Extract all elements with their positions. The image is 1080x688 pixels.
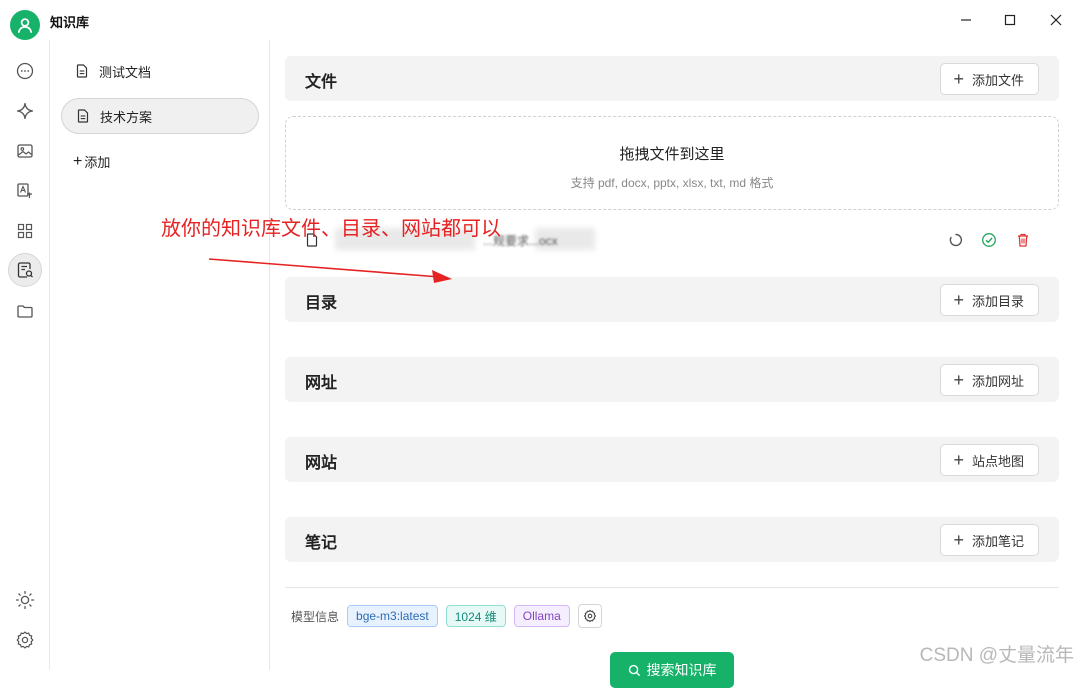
files-section-header: 文件 + 添加文件 bbox=[285, 56, 1059, 101]
add-knowledge-base-button[interactable]: + 添加 bbox=[73, 152, 110, 171]
knowledge-base-list: 测试文档 技术方案 + 添加 bbox=[51, 40, 270, 670]
search-icon bbox=[628, 664, 640, 676]
plus-icon: + bbox=[953, 530, 964, 550]
knowledge-icon[interactable] bbox=[8, 253, 42, 287]
websites-section-header: 网站 + 站点地图 bbox=[285, 437, 1059, 482]
add-directory-button[interactable]: + 添加目录 bbox=[940, 284, 1039, 316]
button-label: 添加目录 bbox=[971, 293, 1024, 309]
plus-icon: + bbox=[953, 290, 964, 310]
nav-rail bbox=[0, 40, 50, 670]
maximize-button[interactable] bbox=[999, 10, 1021, 30]
model-info-bar: 模型信息 bge-m3:latest 1024 维 Ollama bbox=[291, 604, 602, 628]
plus-icon: + bbox=[953, 370, 964, 390]
section-title: 网站 bbox=[305, 455, 338, 472]
annotation-text: 放你的知识库文件、目录、网站都可以 bbox=[161, 218, 501, 240]
gear-icon bbox=[583, 609, 596, 623]
file-dropzone[interactable]: 拖拽文件到这里 支持 pdf, docx, pptx, xlsx, txt, m… bbox=[285, 116, 1059, 210]
translate-icon[interactable] bbox=[11, 177, 39, 205]
chat-icon[interactable] bbox=[11, 57, 39, 85]
button-label: 添加文件 bbox=[971, 72, 1024, 88]
kb-item-label: 测试文档 bbox=[99, 64, 152, 80]
image-icon[interactable] bbox=[11, 137, 39, 165]
theme-sun-icon[interactable] bbox=[11, 586, 39, 614]
window-title: 知识库 bbox=[50, 15, 90, 30]
minimize-button[interactable] bbox=[955, 10, 977, 30]
add-url-button[interactable]: + 添加网址 bbox=[940, 364, 1039, 396]
plus-icon: + bbox=[953, 450, 964, 470]
folder-icon[interactable] bbox=[11, 297, 39, 325]
check-circle-icon bbox=[982, 233, 996, 247]
title-bar: 知识库 bbox=[0, 0, 1080, 40]
model-info-label: 模型信息 bbox=[291, 609, 340, 624]
dimension-tag: 1024 维 bbox=[445, 605, 506, 627]
close-button[interactable] bbox=[1045, 10, 1067, 30]
section-title: 文件 bbox=[305, 74, 338, 91]
delete-icon[interactable] bbox=[1015, 232, 1031, 248]
kb-item-label: 技术方案 bbox=[100, 109, 153, 125]
section-title: 网址 bbox=[305, 375, 338, 392]
user-avatar-icon[interactable] bbox=[10, 10, 40, 40]
button-label: 添加网址 bbox=[971, 373, 1024, 389]
plus-icon: + bbox=[73, 152, 83, 170]
kb-item-tech-plan[interactable]: 技术方案 bbox=[61, 98, 259, 134]
document-icon bbox=[76, 64, 88, 78]
apps-icon[interactable] bbox=[11, 217, 39, 245]
sparkle-icon[interactable] bbox=[11, 97, 39, 125]
add-sitemap-button[interactable]: + 站点地图 bbox=[940, 444, 1039, 476]
refresh-icon[interactable] bbox=[948, 232, 964, 248]
provider-tag: Ollama bbox=[513, 605, 570, 627]
kb-item-test-docs[interactable]: 测试文档 bbox=[61, 53, 259, 89]
model-tag: bge-m3:latest bbox=[347, 605, 438, 627]
watermark: CSDN @丈量流年 bbox=[919, 645, 1074, 666]
add-file-button[interactable]: + 添加文件 bbox=[940, 63, 1039, 95]
dropzone-hint: 支持 pdf, docx, pptx, xlsx, txt, md 格式 bbox=[570, 176, 774, 190]
add-note-button[interactable]: + 添加笔记 bbox=[940, 524, 1039, 556]
dropzone-title: 拖拽文件到这里 bbox=[619, 146, 725, 163]
button-label: 站点地图 bbox=[971, 453, 1024, 469]
button-label: 添加笔记 bbox=[971, 533, 1024, 549]
divider bbox=[285, 587, 1059, 588]
document-icon bbox=[77, 109, 89, 123]
section-title: 目录 bbox=[305, 295, 338, 312]
plus-icon: + bbox=[953, 69, 964, 89]
directories-section-header: 目录 + 添加目录 bbox=[285, 277, 1059, 322]
settings-icon[interactable] bbox=[11, 626, 39, 654]
search-knowledge-button[interactable]: 搜索知识库 bbox=[610, 652, 734, 688]
add-label: 添加 bbox=[84, 155, 111, 170]
section-title: 笔记 bbox=[305, 535, 338, 552]
notes-section-header: 笔记 + 添加笔记 bbox=[285, 517, 1059, 562]
urls-section-header: 网址 + 添加网址 bbox=[285, 357, 1059, 402]
model-settings-button[interactable] bbox=[577, 604, 602, 628]
search-button-label: 搜索知识库 bbox=[646, 662, 717, 678]
